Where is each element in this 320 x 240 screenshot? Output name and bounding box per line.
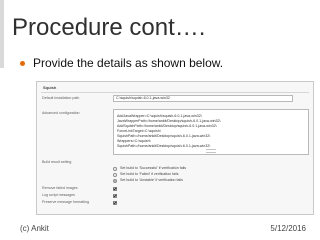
slide-title: Procedure cont…. <box>12 14 206 41</box>
radio-label: Set build to 'Failed' if verification fa… <box>120 172 179 176</box>
configuration-screenshot: Squish Default installation path C:\squi… <box>36 81 314 215</box>
section-title: Squish <box>43 85 57 90</box>
radio-label: Set build to 'Unstable' if verification … <box>120 178 183 182</box>
checkbox-label: Remove failed images <box>42 186 78 190</box>
radio-button-icon[interactable] <box>113 172 117 177</box>
section-divider <box>41 92 309 93</box>
footer-date: 5/12/2016 <box>270 224 306 233</box>
preserve-formatting-checkbox[interactable] <box>113 201 117 205</box>
radio-unstable[interactable]: Set build to 'Unstable' if verification … <box>113 178 183 183</box>
bullet-item: Provide the details as shown below. <box>20 56 223 70</box>
installation-label: Default installation path <box>42 96 80 100</box>
checkbox-label: Log script messages <box>42 193 75 197</box>
title-accent-bar <box>0 0 4 68</box>
radio-button-icon[interactable] <box>113 166 117 171</box>
slide: Procedure cont…. Provide the details as … <box>0 0 320 240</box>
wrapper-label: Advanced configuration <box>42 111 80 115</box>
build-result-label: Build result setting <box>42 160 72 164</box>
resize-grip-icon[interactable] <box>206 149 216 153</box>
radio-failed[interactable]: Set build to 'Failed' if verification fa… <box>113 172 179 177</box>
advanced-configuration-textarea[interactable]: AddJavaWrapper=C:\squish\squish-6.0.1-ja… <box>113 109 309 155</box>
footer-author: (c) Ankit <box>20 224 49 233</box>
radio-successful[interactable]: Set build to 'Successful' if verificatio… <box>113 166 186 171</box>
bullet-text: Provide the details as shown below. <box>33 56 224 70</box>
radio-label: Set build to 'Successful' if verificatio… <box>120 166 187 170</box>
installation-path-field[interactable]: C:\squish\squish-6.0.1-java-win32 <box>113 95 293 102</box>
radio-button-selected-icon[interactable] <box>113 178 117 183</box>
log-script-messages-checkbox[interactable] <box>113 194 117 198</box>
bullet-icon <box>20 60 25 66</box>
checkbox-label: Preserve message formatting <box>42 200 89 204</box>
remove-failed-images-checkbox[interactable] <box>113 187 117 191</box>
